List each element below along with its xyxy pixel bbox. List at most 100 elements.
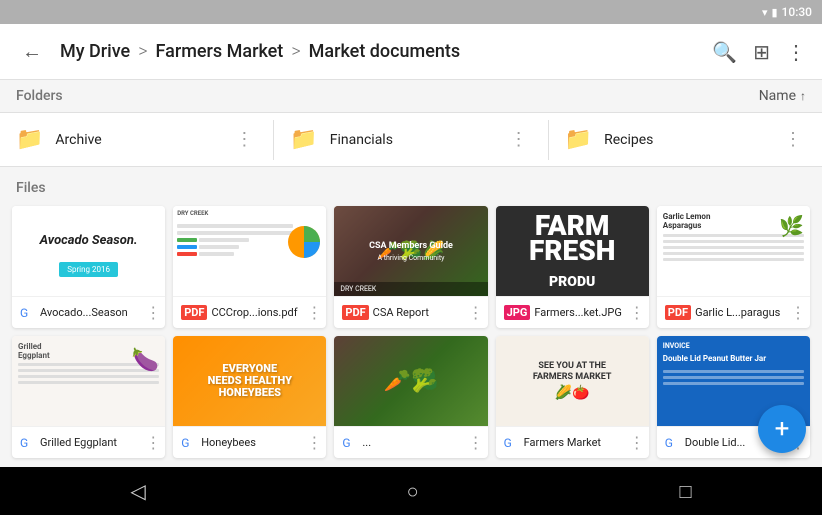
file-thumb-garlic: Garlic LemonAsparagus 🌿 bbox=[657, 206, 810, 296]
files-section-header: Files bbox=[0, 167, 822, 202]
file-card-cccrop[interactable]: DRY CREEK bbox=[173, 206, 326, 328]
file-info-vegphoto: G ... ⋮ bbox=[334, 426, 487, 458]
app-bar-actions: 🔍 ⊞ ⋮ bbox=[712, 40, 806, 64]
file-type-icon-honeybee: G bbox=[181, 436, 197, 450]
file-info-farmersket: JPG Farmers...ket.JPG ⋮ bbox=[496, 296, 649, 328]
wifi-icon: ▾ bbox=[762, 6, 768, 19]
breadcrumb-sep2: > bbox=[291, 41, 300, 62]
fab-add-button[interactable]: + bbox=[758, 405, 806, 453]
file-more-seeyou[interactable]: ⋮ bbox=[629, 433, 645, 452]
grid-view-icon[interactable]: ⊞ bbox=[753, 40, 770, 64]
file-card-seeyou[interactable]: See you at theFARMERS MARKET 🌽🍅 G Farmer… bbox=[496, 336, 649, 458]
avocado-thumb-title: Avocado Season. bbox=[32, 225, 146, 258]
folder-name-archive: Archive bbox=[55, 132, 219, 148]
cccrop-thumb-header: DRY CREEK bbox=[177, 210, 322, 217]
folders-row: 📁 Archive ⋮ 📁 Financials ⋮ 📁 Recipes ⋮ bbox=[0, 112, 822, 167]
file-thumb-vegphoto: 🥕🥦 bbox=[334, 336, 487, 426]
file-more-eggplant[interactable]: ⋮ bbox=[145, 433, 161, 452]
file-card-csa[interactable]: CSA Members Guide A thriving Community D… bbox=[334, 206, 487, 328]
nav-back-button[interactable]: ◁ bbox=[130, 479, 145, 503]
file-type-icon-garlic: PDF bbox=[665, 305, 691, 320]
file-card-garlic[interactable]: Garlic LemonAsparagus 🌿 PDF Garlic L...p… bbox=[657, 206, 810, 328]
file-info-honeybee: G Honeybees ⋮ bbox=[173, 426, 326, 458]
file-type-icon-vegphoto: G bbox=[342, 436, 358, 450]
file-more-farmersket[interactable]: ⋮ bbox=[629, 303, 645, 322]
file-type-icon-peanut: G bbox=[665, 436, 681, 450]
battery-icon: ▮ bbox=[771, 6, 777, 19]
file-more-csa[interactable]: ⋮ bbox=[468, 303, 484, 322]
file-name-honeybee: Honeybees bbox=[201, 436, 302, 449]
folder-name-recipes: Recipes bbox=[604, 132, 768, 148]
file-card-farmersket[interactable]: FARMFRESHPRODU JPG Farmers...ket.JPG ⋮ bbox=[496, 206, 649, 328]
csa-thumb-overlay: DRY CREEK bbox=[334, 282, 487, 296]
folders-section-header: Folders Name ↑ bbox=[0, 80, 822, 112]
breadcrumb-root[interactable]: My Drive bbox=[60, 41, 130, 62]
files-grid: Avocado Season. Spring 2016 G Avocado...… bbox=[0, 202, 822, 466]
cccrop-pie-chart bbox=[288, 226, 320, 258]
status-icons: ▾ ▮ 10:30 bbox=[762, 5, 812, 19]
nav-home-button[interactable]: ○ bbox=[407, 479, 419, 504]
file-name-farmersket: Farmers...ket.JPG bbox=[534, 306, 624, 319]
file-thumb-honeybee: EVERYONENEEDS HEALTHYHONEYBEES bbox=[173, 336, 326, 426]
breadcrumb-current: Market documents bbox=[309, 41, 461, 62]
garlic-thumb-image: 🌿 bbox=[779, 214, 804, 238]
folder-more-archive[interactable]: ⋮ bbox=[231, 125, 257, 154]
breadcrumb: My Drive > Farmers Market > Market docum… bbox=[60, 41, 700, 62]
file-name-avocado: Avocado...Season bbox=[40, 306, 141, 319]
bottom-nav: ◁ ○ □ bbox=[0, 467, 822, 515]
file-thumb-cccrop: DRY CREEK bbox=[173, 206, 326, 296]
farm-thumb-text: FARMFRESHPRODU bbox=[529, 213, 615, 289]
folder-icon-archive: 📁 bbox=[16, 127, 43, 152]
folder-more-financials[interactable]: ⋮ bbox=[506, 125, 532, 154]
seeyou-thumb-text: See you at theFARMERS MARKET bbox=[533, 361, 612, 383]
file-thumb-eggplant: GrilledEggplant 🍆 bbox=[12, 336, 165, 426]
files-label: Files bbox=[16, 180, 46, 196]
breadcrumb-sep1: > bbox=[138, 41, 147, 62]
sort-button[interactable]: Name ↑ bbox=[759, 88, 806, 104]
avocado-thumb-badge: Spring 2016 bbox=[59, 262, 118, 277]
honeybee-thumb-text: EVERYONENEEDS HEALTHYHONEYBEES bbox=[208, 363, 292, 399]
file-info-garlic: PDF Garlic L...paragus ⋮ bbox=[657, 296, 810, 328]
folder-item-archive[interactable]: 📁 Archive ⋮ bbox=[0, 113, 273, 166]
file-card-honeybee[interactable]: EVERYONENEEDS HEALTHYHONEYBEES G Honeybe… bbox=[173, 336, 326, 458]
file-info-eggplant: G Grilled Eggplant ⋮ bbox=[12, 426, 165, 458]
file-name-csa: CSA Report bbox=[373, 306, 464, 319]
file-card-avocado[interactable]: Avocado Season. Spring 2016 G Avocado...… bbox=[12, 206, 165, 328]
vegphoto-thumb-emoji: 🥕🥦 bbox=[384, 369, 439, 394]
file-more-garlic[interactable]: ⋮ bbox=[790, 303, 806, 322]
more-options-icon[interactable]: ⋮ bbox=[786, 40, 806, 64]
peanut-thumb-lines bbox=[663, 370, 804, 385]
search-icon[interactable]: 🔍 bbox=[712, 40, 737, 64]
file-name-eggplant: Grilled Eggplant bbox=[40, 436, 141, 449]
file-more-honeybee[interactable]: ⋮ bbox=[306, 433, 322, 452]
folder-more-recipes[interactable]: ⋮ bbox=[780, 125, 806, 154]
file-card-vegphoto[interactable]: 🥕🥦 G ... ⋮ bbox=[334, 336, 487, 458]
breadcrumb-mid[interactable]: Farmers Market bbox=[156, 41, 284, 62]
file-info-seeyou: G Farmers Market ⋮ bbox=[496, 426, 649, 458]
peanut-thumb-title: Double Lid Peanut Butter Jar bbox=[663, 354, 804, 364]
status-bar: ▾ ▮ 10:30 bbox=[0, 0, 822, 24]
eggplant-thumb-image: 🍆 bbox=[132, 348, 159, 373]
folders-label: Folders bbox=[16, 88, 63, 104]
file-thumb-avocado: Avocado Season. Spring 2016 bbox=[12, 206, 165, 296]
file-thumb-seeyou: See you at theFARMERS MARKET 🌽🍅 bbox=[496, 336, 649, 426]
file-more-avocado[interactable]: ⋮ bbox=[145, 303, 161, 322]
back-button[interactable]: ← bbox=[16, 39, 48, 64]
nav-recent-button[interactable]: □ bbox=[679, 479, 691, 504]
file-card-eggplant[interactable]: GrilledEggplant 🍆 G Grilled Eggplant ⋮ bbox=[12, 336, 165, 458]
file-more-cccrop[interactable]: ⋮ bbox=[306, 303, 322, 322]
file-info-csa: PDF CSA Report ⋮ bbox=[334, 296, 487, 328]
file-type-icon-farmersket: JPG bbox=[504, 305, 531, 320]
folder-item-recipes[interactable]: 📁 Recipes ⋮ bbox=[549, 113, 822, 166]
folder-icon-financials: 📁 bbox=[290, 127, 317, 152]
file-thumb-farmersket: FARMFRESHPRODU bbox=[496, 206, 649, 296]
status-time: 10:30 bbox=[782, 5, 812, 19]
folder-item-financials[interactable]: 📁 Financials ⋮ bbox=[274, 113, 547, 166]
sort-name-label: Name bbox=[759, 88, 796, 104]
file-type-icon-cccrop: PDF bbox=[181, 305, 207, 320]
file-more-vegphoto[interactable]: ⋮ bbox=[468, 433, 484, 452]
seeyou-thumb-emoji: 🌽🍅 bbox=[555, 385, 590, 401]
peanut-thumb-header: INVOICE bbox=[663, 342, 804, 350]
file-type-icon-seeyou: G bbox=[504, 436, 520, 450]
file-name-vegphoto: ... bbox=[362, 436, 463, 449]
